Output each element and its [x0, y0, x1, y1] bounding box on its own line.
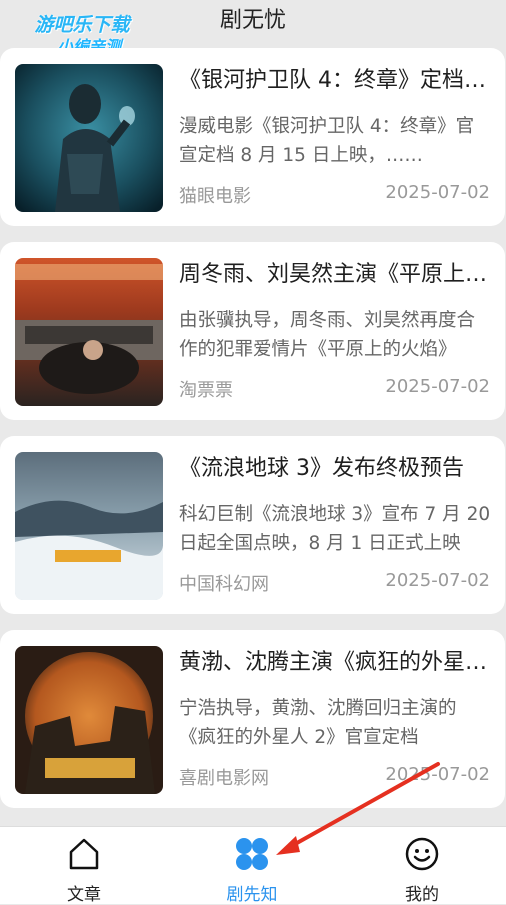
article-summary: 科幻巨制《流浪地球 3》宣布 7 月 20 日起全国点映，8 月 1 日正式上映	[179, 504, 491, 554]
article-summary: 漫威电影《银河护卫队 4：终章》官宣定档 8 月 15 日上映，……	[179, 116, 475, 166]
article-date: 2025-07-02	[385, 764, 490, 785]
tab-label: 我的	[405, 885, 439, 905]
tab-preview[interactable]: 剧先知	[168, 827, 336, 905]
article-date: 2025-07-02	[385, 182, 490, 203]
article-source: 喜剧电影网	[179, 768, 269, 789]
article-date: 2025-07-02	[385, 570, 490, 591]
bottom-tab-bar: 文章 剧先知 我的	[0, 826, 506, 905]
watermark-line1: 游吧乐下载	[34, 14, 130, 36]
smiley-icon	[404, 836, 440, 872]
tab-mine[interactable]: 我的	[338, 827, 506, 905]
article-summary: 宁浩执导，黄渤、沈腾回归主演的《疯狂的外星人 2》官宣定档	[179, 698, 457, 748]
article-card[interactable]: 周冬雨、刘昊然主演《平原上的火焰》 由张骥执导，周冬雨、刘昊然再度合作的犯罪爱情…	[0, 242, 505, 420]
tab-label: 文章	[67, 885, 101, 905]
article-thumbnail	[15, 258, 163, 406]
article-source: 淘票票	[179, 380, 233, 401]
article-source: 中国科幻网	[179, 574, 269, 595]
article-title: 黄渤、沈腾主演《疯狂的外星人 2》	[179, 650, 491, 675]
article-title: 《流浪地球 3》发布终极预告	[179, 456, 464, 481]
article-summary: 由张骥执导，周冬雨、刘昊然再度合作的犯罪爱情片《平原上的火焰》	[179, 310, 476, 360]
article-thumbnail	[15, 64, 163, 212]
article-title: 《银河护卫队 4：终章》定档 8 月 15 日	[179, 68, 491, 93]
article-card[interactable]: 《银河护卫队 4：终章》定档 8 月 15 日 漫威电影《银河护卫队 4：终章》…	[0, 48, 505, 226]
article-date: 2025-07-02	[385, 376, 490, 397]
article-card[interactable]: 黄渤、沈腾主演《疯狂的外星人 2》 宁浩执导，黄渤、沈腾回归主演的《疯狂的外星人…	[0, 630, 505, 808]
article-title: 周冬雨、刘昊然主演《平原上的火焰》	[179, 262, 491, 287]
tab-articles[interactable]: 文章	[0, 827, 168, 905]
article-thumbnail	[15, 646, 163, 794]
article-thumbnail	[15, 452, 163, 600]
page-title: 剧无忧	[219, 8, 286, 33]
home-icon	[66, 836, 102, 872]
article-card[interactable]: 《流浪地球 3》发布终极预告 科幻巨制《流浪地球 3》宣布 7 月 20 日起全…	[0, 436, 505, 614]
four-petal-icon	[234, 836, 270, 872]
tab-label: 剧先知	[226, 885, 278, 905]
article-source: 猫眼电影	[179, 186, 251, 207]
